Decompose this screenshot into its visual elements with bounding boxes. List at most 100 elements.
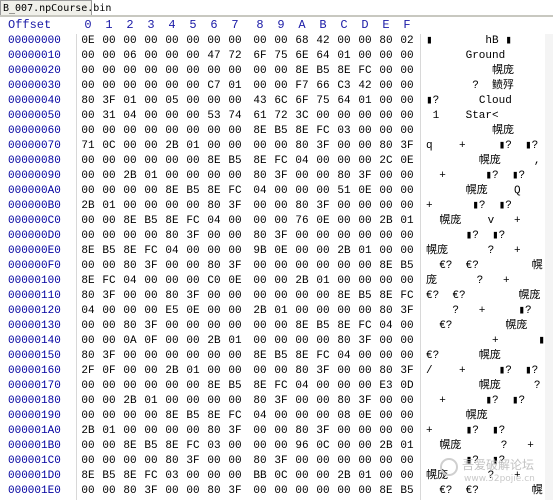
hex-byte[interactable]: 03 xyxy=(206,439,222,454)
hex-byte[interactable]: 00 xyxy=(80,214,96,229)
hex-byte[interactable]: 00 xyxy=(185,154,201,169)
hex-byte[interactable]: 00 xyxy=(378,244,394,259)
hex-byte[interactable]: 47 xyxy=(206,49,222,64)
hex-byte[interactable]: 3C xyxy=(294,109,310,124)
text-preview[interactable]: €? €? 幌 xyxy=(426,259,544,274)
text-preview[interactable]: 幌庞 ? + xyxy=(426,244,544,259)
hex-byte[interactable]: FC xyxy=(143,469,159,484)
hex-byte[interactable]: 01 xyxy=(357,244,373,259)
hex-byte[interactable]: 00 xyxy=(80,154,96,169)
hex-byte[interactable]: 00 xyxy=(315,229,331,244)
hex-byte[interactable]: 00 xyxy=(227,319,243,334)
hex-byte[interactable]: 00 xyxy=(357,379,373,394)
hex-byte[interactable]: 8E xyxy=(294,319,310,334)
hex-byte[interactable]: 8E xyxy=(378,259,394,274)
hex-byte[interactable]: 00 xyxy=(122,139,138,154)
hex-byte[interactable]: 00 xyxy=(122,79,138,94)
hex-byte[interactable]: 3F xyxy=(143,484,159,499)
hex-byte[interactable]: 80 xyxy=(294,199,310,214)
hex-byte[interactable]: 00 xyxy=(378,49,394,64)
hex-byte[interactable]: 8E xyxy=(206,154,222,169)
hex-row[interactable]: 000000E0 8E B5 8E FC 04 00 00 00 9B 0E 00 00 2B 01 00 00… xyxy=(0,244,553,259)
hex-row[interactable]: 00000140 00 00 0A 0F 00 00 2B 01 00 00 00 00 80 3F 00 00… xyxy=(0,334,553,349)
hex-byte[interactable]: 00 xyxy=(399,244,415,259)
hex-byte[interactable]: 00 xyxy=(357,424,373,439)
hex-byte[interactable]: 00 xyxy=(315,484,331,499)
hex-byte[interactable]: 00 xyxy=(273,184,289,199)
hex-byte[interactable]: 8E xyxy=(164,214,180,229)
hex-byte[interactable]: 00 xyxy=(378,334,394,349)
hex-byte[interactable]: 04 xyxy=(122,109,138,124)
hex-byte[interactable]: 2B xyxy=(164,139,180,154)
hex-byte[interactable]: 00 xyxy=(336,379,352,394)
text-preview[interactable]: 庞 ? + xyxy=(426,274,544,289)
hex-byte[interactable]: 00 xyxy=(101,334,117,349)
hex-byte[interactable]: 00 xyxy=(252,64,268,79)
text-preview[interactable]: + ▮? xyxy=(426,334,544,349)
hex-byte[interactable]: 01 xyxy=(122,94,138,109)
hex-byte[interactable]: 00 xyxy=(80,484,96,499)
hex-byte[interactable]: 6C xyxy=(273,94,289,109)
hex-byte[interactable]: 00 xyxy=(143,94,159,109)
hex-byte[interactable]: 80 xyxy=(378,304,394,319)
hex-byte[interactable]: 00 xyxy=(206,244,222,259)
hex-byte[interactable]: 96 xyxy=(294,439,310,454)
hex-byte[interactable]: 3F xyxy=(273,169,289,184)
hex-byte[interactable]: BB xyxy=(252,469,268,484)
hex-byte[interactable]: B5 xyxy=(101,244,117,259)
hex-byte[interactable]: 00 xyxy=(206,364,222,379)
hex-byte[interactable]: 00 xyxy=(378,169,394,184)
hex-byte[interactable]: 00 xyxy=(252,34,268,49)
hex-byte[interactable]: 00 xyxy=(357,214,373,229)
hex-byte[interactable]: 0E xyxy=(80,34,96,49)
hex-row[interactable]: 00000150 80 3F 00 00 00 00 00 00 8E B5 8E FC 04 00 00 00… xyxy=(0,349,553,364)
hex-byte[interactable]: 00 xyxy=(399,184,415,199)
hex-row[interactable]: 00000130 00 00 80 3F 00 00 00 00 00 00 8E B5 8E FC 04 00… xyxy=(0,319,553,334)
hex-byte[interactable]: 00 xyxy=(357,124,373,139)
text-preview[interactable]: + ▮? ▮? xyxy=(426,394,544,409)
hex-byte[interactable]: 00 xyxy=(273,439,289,454)
hex-byte[interactable]: B5 xyxy=(227,154,243,169)
hex-byte[interactable]: 00 xyxy=(185,379,201,394)
hex-byte[interactable]: 00 xyxy=(399,124,415,139)
hex-byte[interactable]: 00 xyxy=(80,409,96,424)
hex-byte[interactable]: 00 xyxy=(143,379,159,394)
hex-byte[interactable]: 00 xyxy=(294,229,310,244)
hex-byte[interactable]: 00 xyxy=(294,334,310,349)
hex-byte[interactable]: 80 xyxy=(206,259,222,274)
hex-byte[interactable]: 01 xyxy=(399,439,415,454)
hex-byte[interactable]: 00 xyxy=(185,79,201,94)
hex-byte[interactable]: 80 xyxy=(294,424,310,439)
hex-byte[interactable]: 00 xyxy=(185,334,201,349)
hex-byte[interactable]: 00 xyxy=(399,94,415,109)
hex-row[interactable]: 00000120 04 00 00 00 E5 0E 00 00 2B 01 00 00 00 00 80 3F… xyxy=(0,304,553,319)
hex-byte[interactable]: 00 xyxy=(206,289,222,304)
hex-byte[interactable]: 04 xyxy=(294,379,310,394)
hex-byte[interactable]: 6E xyxy=(294,49,310,64)
hex-byte[interactable]: 00 xyxy=(122,454,138,469)
hex-byte[interactable]: 00 xyxy=(206,124,222,139)
hex-byte[interactable]: 00 xyxy=(378,349,394,364)
hex-byte[interactable]: 00 xyxy=(143,184,159,199)
hex-byte[interactable]: 00 xyxy=(378,394,394,409)
hex-byte[interactable]: 00 xyxy=(143,274,159,289)
hex-byte[interactable]: 00 xyxy=(143,364,159,379)
hex-byte[interactable]: 31 xyxy=(101,109,117,124)
hex-byte[interactable]: 00 xyxy=(143,424,159,439)
hex-byte[interactable]: 00 xyxy=(164,109,180,124)
hex-byte[interactable]: 00 xyxy=(185,199,201,214)
hex-byte[interactable]: 00 xyxy=(185,469,201,484)
hex-byte[interactable]: 2B xyxy=(336,244,352,259)
hex-byte[interactable]: 00 xyxy=(336,34,352,49)
hex-byte[interactable]: 00 xyxy=(143,109,159,124)
hex-byte[interactable]: 42 xyxy=(357,79,373,94)
text-preview[interactable]: 幌庞 xyxy=(426,124,544,139)
hex-byte[interactable]: 00 xyxy=(252,199,268,214)
hex-byte[interactable]: 00 xyxy=(378,274,394,289)
hex-byte[interactable]: 00 xyxy=(206,139,222,154)
hex-byte[interactable]: 2B xyxy=(122,394,138,409)
hex-byte[interactable]: 00 xyxy=(80,49,96,64)
hex-byte[interactable]: 00 xyxy=(101,184,117,199)
hex-byte[interactable]: 8E xyxy=(336,289,352,304)
hex-byte[interactable]: 00 xyxy=(164,154,180,169)
